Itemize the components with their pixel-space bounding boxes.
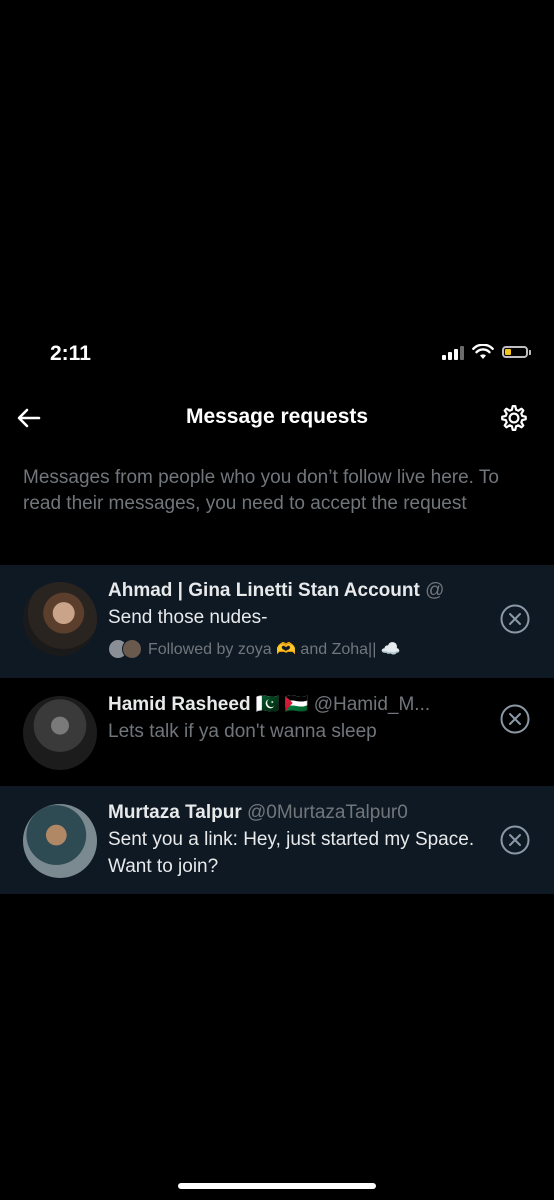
message-preview: Sent you a link: Hey, just started my Sp… [108,829,475,877]
request-header: Murtaza Talpur @0MurtazaTalpur0 [108,800,478,826]
status-icons [442,344,531,360]
sender-handle: @0MurtazaTalpur0 [247,802,408,823]
home-indicator[interactable] [178,1183,376,1189]
dismiss-x-icon[interactable] [500,704,530,734]
top-bar: Message requests [0,393,554,443]
message-request-row[interactable]: Ahmad | Gina Linetti Stan Account @ Send… [0,565,554,678]
sender-handle: @Hamid_M... [313,694,431,715]
message-preview: Send those nudes- [108,607,268,628]
battery-icon [502,346,531,358]
info-text: Messages from people who you don’t follo… [23,467,499,514]
message-preview: Lets talk if ya don't wanna sleep [108,721,377,742]
avatar[interactable] [23,582,97,656]
gear-icon[interactable] [498,402,530,434]
follower-avatars [108,639,142,659]
sender-name: Hamid Rasheed 🇵🇰 🇵🇸 [108,694,309,715]
avatar[interactable] [23,696,97,770]
request-header: Ahmad | Gina Linetti Stan Account @ [108,578,478,604]
message-request-row[interactable]: Hamid Rasheed 🇵🇰 🇵🇸 @Hamid_M... Lets tal… [0,678,554,786]
sender-name: Murtaza Talpur [108,802,242,823]
dismiss-x-icon[interactable] [500,604,530,634]
followed-by: Followed by zoya 🫶 and Zoha|| ☁️ [108,639,478,659]
wifi-icon [472,344,494,359]
followed-by-text: Followed by zoya 🫶 and Zoha|| ☁️ [148,641,401,658]
status-bar: 2:11 [0,330,554,378]
sender-handle: @ [425,580,445,601]
sender-name: Ahmad | Gina Linetti Stan Account [108,580,420,601]
status-time: 2:11 [50,342,91,365]
request-header: Hamid Rasheed 🇵🇰 🇵🇸 @Hamid_M... [108,692,478,718]
avatar[interactable] [23,804,97,878]
signal-icon [442,344,464,360]
page-title: Message requests [185,405,369,428]
message-request-row[interactable]: Murtaza Talpur @0MurtazaTalpur0 Sent you… [0,786,554,894]
dismiss-x-icon[interactable] [500,825,530,855]
